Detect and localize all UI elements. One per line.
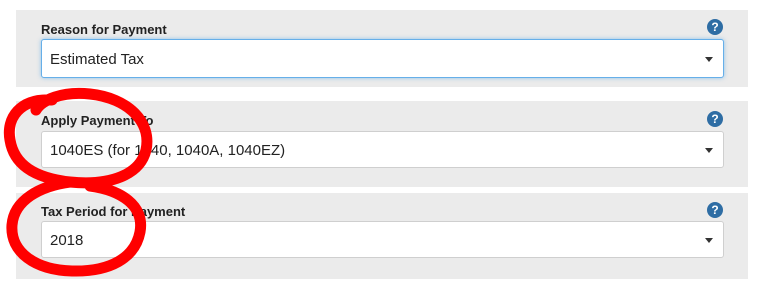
apply-payment-to-group: Apply Payment To ? 1040ES (for 1040, 104… (16, 101, 748, 187)
apply-payment-to-select[interactable]: 1040ES (for 1040, 1040A, 1040EZ) (41, 131, 724, 168)
tax-period-value: 2018 (50, 232, 84, 249)
tax-period-label: Tax Period for Payment (41, 204, 186, 219)
tax-period-select[interactable]: 2018 (41, 221, 724, 258)
help-icon[interactable]: ? (707, 202, 723, 218)
chevron-down-icon (705, 147, 713, 153)
help-icon[interactable]: ? (707, 111, 723, 127)
reason-for-payment-value: Estimated Tax (50, 51, 144, 68)
chevron-down-icon (705, 237, 713, 243)
reason-for-payment-label: Reason for Payment (41, 22, 167, 37)
apply-payment-to-value: 1040ES (for 1040, 1040A, 1040EZ) (50, 142, 286, 159)
tax-period-group: Tax Period for Payment ? 2018 (16, 193, 748, 279)
reason-for-payment-group: Reason for Payment ? Estimated Tax (16, 10, 748, 87)
apply-payment-to-label: Apply Payment To (41, 113, 154, 128)
chevron-down-icon (705, 56, 713, 62)
help-icon[interactable]: ? (707, 19, 723, 35)
reason-for-payment-select[interactable]: Estimated Tax (41, 39, 724, 78)
